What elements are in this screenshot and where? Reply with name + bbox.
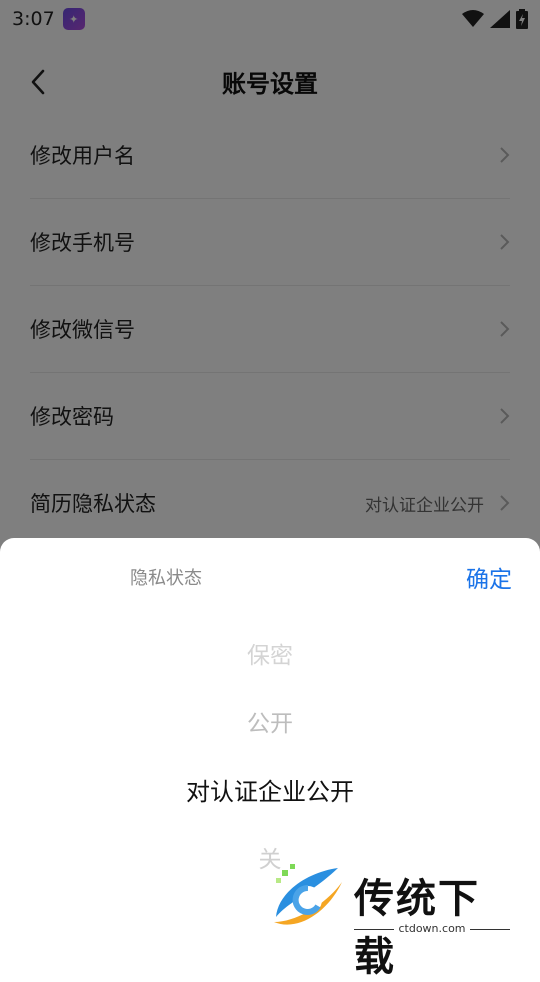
watermark-line-right — [470, 929, 510, 930]
watermark: 传统下载 ctdown.com — [268, 862, 518, 980]
ctdown-logo-icon — [274, 864, 342, 925]
picker-option-selected[interactable]: 对认证企业公开 — [0, 772, 540, 807]
sheet-title: 隐私状态 — [130, 568, 202, 589]
picker-option[interactable]: 保密 — [0, 636, 540, 670]
picker-option[interactable]: 公开 — [0, 704, 540, 738]
confirm-button[interactable]: 确定 — [466, 560, 512, 594]
